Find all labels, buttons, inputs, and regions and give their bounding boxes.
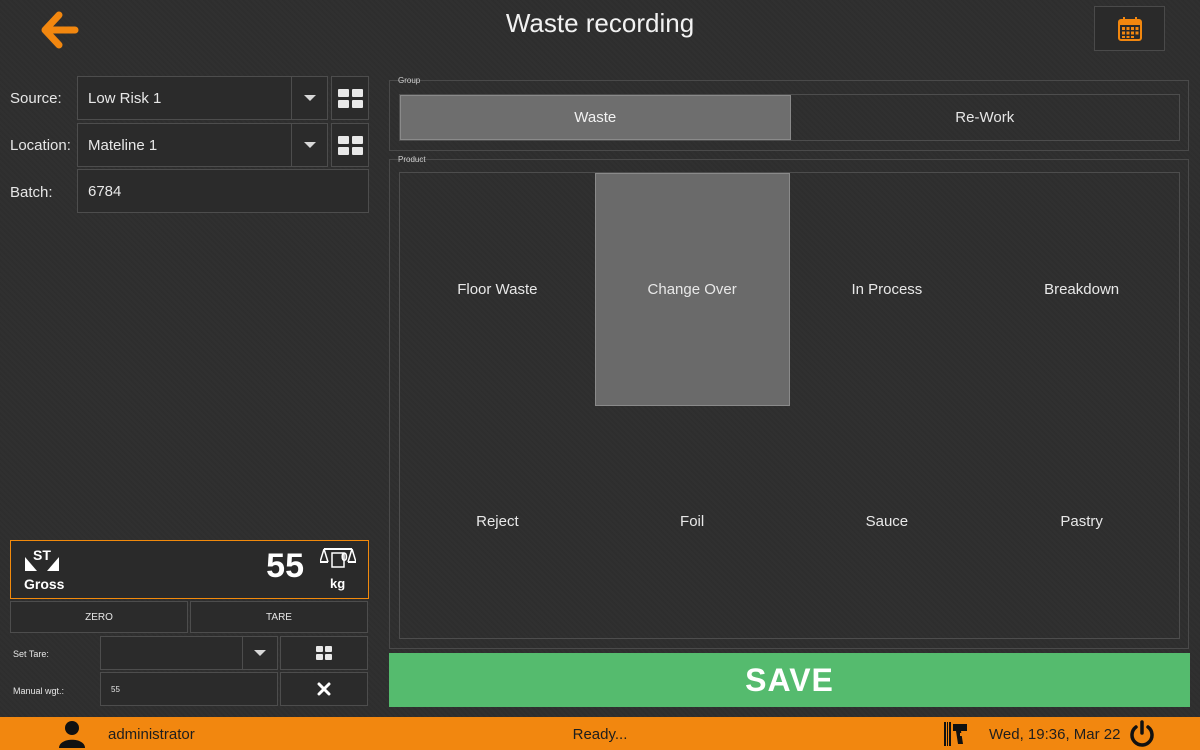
stable-badge: ST	[33, 547, 51, 563]
source-value: Low Risk 1	[88, 89, 162, 107]
group-selector: Waste Re-Work	[399, 94, 1180, 141]
scale-display: ST Gross 55 0 kg	[10, 540, 369, 599]
chevron-down-icon	[254, 650, 266, 656]
product-grid: Floor Waste Change Over In Process Break…	[399, 172, 1180, 639]
status-datetime: Wed, 19:36, Mar 22	[989, 726, 1121, 743]
location-select[interactable]: Mateline 1	[77, 123, 328, 167]
batch-value: 6784	[88, 182, 122, 200]
batch-input[interactable]: 6784	[77, 169, 369, 213]
chevron-down-icon	[303, 142, 316, 148]
source-dropdown-toggle[interactable]	[291, 77, 327, 119]
product-item-change-over[interactable]: Change Over	[594, 173, 790, 406]
grid-icon	[337, 135, 363, 155]
product-item-floor-waste[interactable]: Floor Waste	[400, 173, 595, 406]
product-item-pastry[interactable]: Pastry	[984, 406, 1179, 639]
chevron-down-icon	[303, 95, 316, 101]
set-tare-picker-button[interactable]	[280, 636, 368, 670]
source-picker-button[interactable]	[331, 76, 369, 120]
calendar-icon	[1117, 16, 1142, 41]
group-option-waste[interactable]: Waste	[400, 95, 791, 140]
power-icon[interactable]	[1128, 720, 1156, 748]
grid-icon	[337, 88, 363, 108]
set-tare-select[interactable]	[100, 636, 278, 670]
clear-manual-wgt-button[interactable]	[280, 672, 368, 706]
product-item-foil[interactable]: Foil	[595, 406, 790, 639]
zero-indicator: 0	[341, 550, 348, 564]
product-item-reject[interactable]: Reject	[400, 406, 595, 639]
weight-mode: Gross	[24, 576, 65, 592]
weight-unit: kg	[330, 576, 346, 591]
zero-button[interactable]: ZERO	[10, 601, 188, 633]
group-option-rework[interactable]: Re-Work	[791, 95, 1180, 140]
grid-icon	[316, 646, 332, 660]
manual-wgt-label: Manual wgt.:	[13, 686, 65, 696]
manual-wgt-input[interactable]: 55	[100, 672, 278, 706]
group-label: Group	[398, 76, 421, 85]
page-title: Waste recording	[505, 8, 695, 38]
weight-value: 55	[266, 547, 304, 585]
product-item-breakdown[interactable]: Breakdown	[984, 173, 1179, 406]
location-label: Location:	[10, 137, 71, 154]
product-label: Product	[398, 155, 426, 164]
barcode-scanner-icon[interactable]	[941, 720, 971, 748]
location-dropdown-toggle[interactable]	[291, 124, 327, 166]
tare-button[interactable]: TARE	[190, 601, 368, 633]
source-label: Source:	[10, 90, 62, 107]
balance-icon	[320, 548, 356, 568]
product-item-sauce[interactable]: Sauce	[790, 406, 985, 639]
save-button[interactable]: SAVE	[389, 653, 1190, 707]
manual-wgt-value: 55	[111, 684, 120, 694]
product-item-in-process[interactable]: In Process	[790, 173, 985, 406]
batch-label: Batch:	[10, 184, 53, 201]
source-select[interactable]: Low Risk 1	[77, 76, 328, 120]
set-tare-label: Set Tare:	[13, 649, 49, 659]
set-tare-dropdown-toggle[interactable]	[242, 637, 277, 669]
status-bar: administrator Ready... Wed, 19:36, Mar 2…	[0, 717, 1200, 750]
close-icon	[317, 682, 331, 696]
location-picker-button[interactable]	[331, 123, 369, 167]
calendar-button[interactable]	[1094, 6, 1165, 51]
location-value: Mateline 1	[88, 136, 158, 154]
